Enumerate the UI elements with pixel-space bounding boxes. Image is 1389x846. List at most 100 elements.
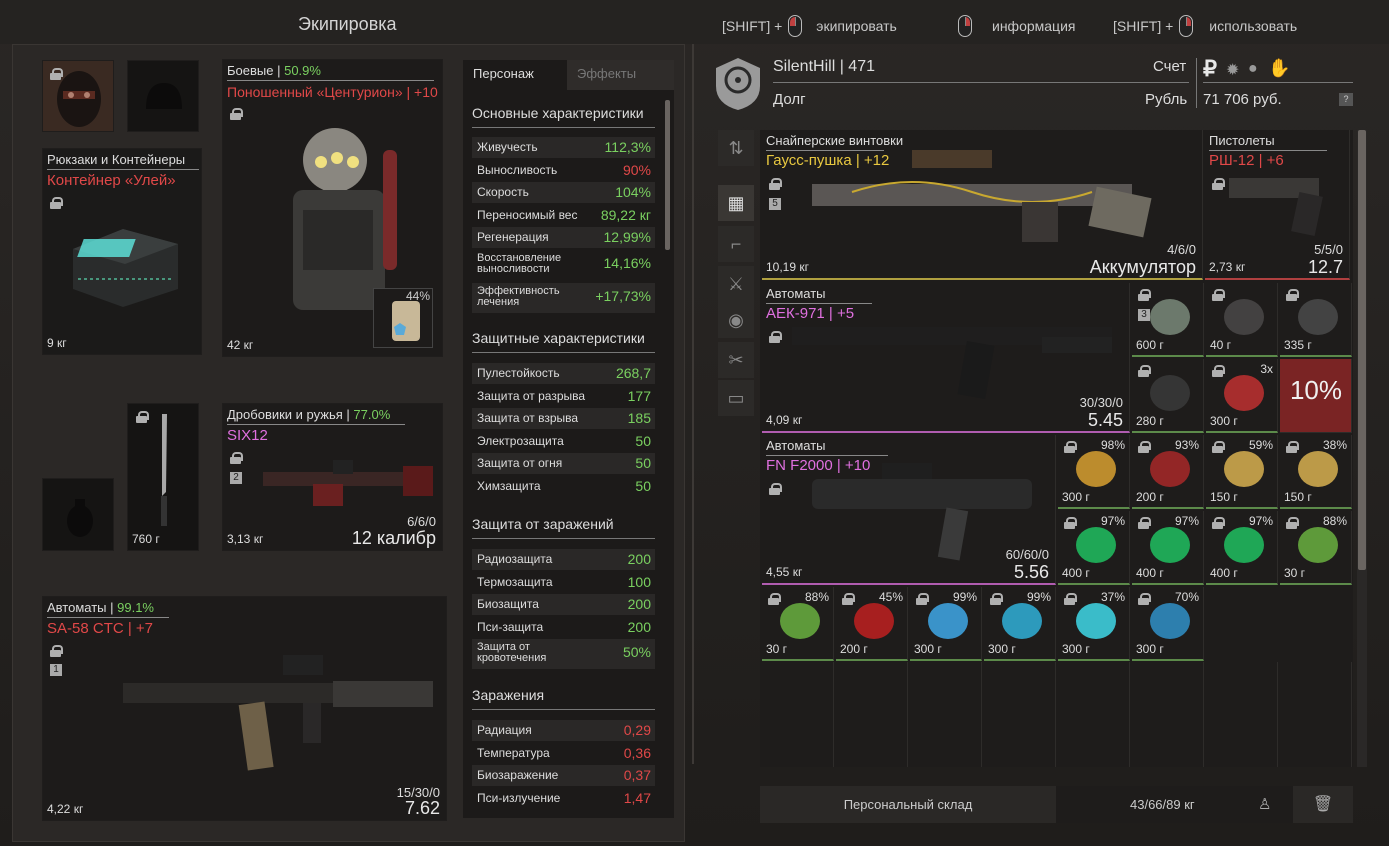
primary-weapon-slot[interactable]: Автоматы | 99.1% SA-58 CTC | +7 1 15/30/… — [42, 596, 447, 821]
item-weight: 200 г — [1136, 490, 1164, 504]
item-art-flame[interactable]: 200 г 45% — [836, 587, 908, 661]
stat-row: Радиация 0,29 — [472, 720, 655, 741]
misc-filter-icon[interactable]: ▭ — [718, 380, 754, 416]
item-art-ring[interactable]: 150 г 38% — [1280, 435, 1352, 509]
item-weight: 4,09 кг — [766, 413, 803, 427]
stat-label: Выносливость — [477, 162, 558, 177]
compass-icon[interactable]: ● — [1248, 60, 1258, 78]
carry-weight: 43/66/89 кг — [1130, 797, 1195, 812]
item-durability: 98% — [1100, 438, 1125, 452]
stat-label: Эффективность лечения — [477, 284, 560, 308]
stat-label: Защита от взрыва — [477, 411, 579, 425]
stat-value: 50% — [622, 644, 651, 660]
item-pistol[interactable]: Пистолеты РШ-12 | +6 5/5/0 2,73 кг 12.7 — [1205, 130, 1350, 280]
faction-emblem-icon — [716, 58, 760, 110]
item-fn-f2000[interactable]: Автоматы FN F2000 | +10 60/60/0 4,55 кг … — [762, 435, 1056, 585]
stat-label: Регенерация — [477, 230, 549, 244]
armor-plate-slot[interactable]: 44% — [373, 288, 433, 348]
item-durability: 70% — [1174, 590, 1199, 604]
lock-icon — [1286, 441, 1299, 453]
item-launcher[interactable]: 300 г 3x — [1206, 359, 1278, 433]
tab-character[interactable]: Персонаж — [463, 60, 567, 90]
armor-slot[interactable]: Боевые | 50.9% Поношенный «Центурион» | … — [222, 59, 443, 357]
backpack-weight: 9 кг — [47, 336, 67, 350]
helmet-slot[interactable] — [127, 60, 199, 132]
melee-filter-icon[interactable]: ⚔ — [718, 266, 754, 302]
item-art-orb[interactable]: 300 г 99% — [910, 587, 982, 661]
item-durability: 59% — [1248, 438, 1273, 452]
item-count: 3x — [1260, 362, 1273, 376]
thumbs-up-icon[interactable]: ✋ — [1268, 58, 1290, 79]
stat-row: Пулестойкость 268,7 — [472, 363, 655, 384]
item-art-urchin[interactable]: 400 г 97% — [1132, 511, 1204, 585]
item-category: Пистолеты — [1209, 133, 1275, 148]
weapons-filter-icon[interactable]: ⌐ — [718, 226, 754, 262]
stats-panel: Основные характеристики Защитные характе… — [463, 90, 674, 818]
art-ice-icon — [1002, 603, 1042, 639]
stat-label: Пулестойкость — [477, 366, 560, 380]
stat-label: Термозащита — [477, 574, 553, 589]
trash-icon[interactable]: 🗑 — [1293, 786, 1353, 823]
window: Экипировка [SHIFT] + экипировать информац… — [0, 0, 1389, 846]
stat-row: Восстановление выносливости 14,16% — [472, 250, 655, 280]
slot-number: 5 — [769, 198, 781, 210]
hint-equip: [SHIFT] + экипировать — [722, 15, 897, 37]
gear-icon[interactable]: ✹ — [1226, 60, 1239, 80]
item-art-spike[interactable]: 300 г 37% — [1058, 587, 1130, 661]
face-slot[interactable] — [42, 60, 114, 132]
item-aek-971[interactable]: Автоматы АЕК-971 | +5 30/30/0 4,09 кг 5.… — [762, 283, 1130, 433]
stat-row: Термозащита 100 — [472, 572, 655, 593]
stat-label: Биозащита — [477, 597, 539, 611]
art-red-icon — [1150, 451, 1190, 487]
lock-icon — [769, 331, 782, 343]
inventory-scrollbar[interactable] — [1358, 130, 1366, 570]
item-weight: 280 г — [1136, 414, 1164, 428]
lock-icon — [842, 593, 855, 605]
item-canister[interactable]: 600 г 3 — [1132, 283, 1204, 357]
item-art-urchin[interactable]: 400 г 97% — [1206, 511, 1278, 585]
item-armor-boost[interactable]: 10% — [1280, 359, 1352, 433]
stat-label: Защита от огня — [477, 456, 563, 470]
sort-icon[interactable]: ⇅ — [718, 130, 754, 166]
item-durability: 97% — [1174, 514, 1199, 528]
art-flame-icon — [854, 603, 894, 639]
grid-view-icon[interactable]: ▦ — [718, 185, 754, 221]
tool-icon — [1298, 299, 1338, 335]
item-durability: 97% — [1248, 514, 1273, 528]
scope-icon — [1150, 375, 1190, 411]
tab-effects[interactable]: Эффекты — [567, 60, 674, 90]
item-art-moss[interactable]: 30 г 88% — [1280, 511, 1352, 585]
helmet-icon — [146, 83, 182, 109]
item-art-ring[interactable]: 150 г 59% — [1206, 435, 1278, 509]
melee-slot[interactable]: 760 г — [127, 403, 199, 551]
stat-row: Живучесть 112,3% — [472, 137, 655, 158]
item-weight: 300 г — [914, 642, 942, 656]
personal-storage-button[interactable]: Персональный склад — [760, 786, 1056, 823]
item-art-yellow[interactable]: 300 г 98% — [1058, 435, 1130, 509]
stat-label: Температура — [477, 745, 550, 760]
art-orb-icon — [928, 603, 968, 639]
lock-icon — [768, 593, 781, 605]
stats-scrollbar[interactable] — [665, 100, 670, 250]
item-scope[interactable]: 280 г — [1132, 359, 1204, 433]
item-gauss-rifle[interactable]: Снайперские винтовки Гаусс-пушка | +12 5… — [762, 130, 1203, 280]
item-art-urchin[interactable]: 400 г 97% — [1058, 511, 1130, 585]
rifle-category: Автоматы | 99.1% — [47, 600, 154, 615]
item-art-spiral[interactable]: 300 г 70% — [1132, 587, 1204, 661]
slot-number: 1 — [50, 664, 62, 676]
item-art-moss[interactable]: 30 г 88% — [762, 587, 834, 661]
shotgun-weight: 3,13 кг — [227, 532, 264, 546]
item-weight: 300 г — [1062, 490, 1090, 504]
tools-filter-icon[interactable]: ✂ — [718, 342, 754, 378]
art-urchin-icon — [1150, 527, 1190, 563]
item-tool[interactable]: 335 г — [1280, 283, 1352, 357]
backpack-slot[interactable]: Рюкзаки и Контейнеры Контейнер «Улей» 9 … — [42, 148, 202, 355]
artifacts-filter-icon[interactable]: ◉ — [718, 302, 754, 338]
item-art-red[interactable]: 200 г 93% — [1132, 435, 1204, 509]
item-pot[interactable]: 40 г — [1206, 283, 1278, 357]
device-slot[interactable] — [42, 478, 114, 551]
item-art-ice[interactable]: 300 г 99% — [984, 587, 1056, 661]
shotgun-slot[interactable]: Дробовики и ружья | 77.0% SIX12 2 6/6/0 … — [222, 403, 443, 551]
help-icon[interactable]: ? — [1339, 93, 1353, 106]
stat-value: 12,99% — [603, 229, 651, 245]
